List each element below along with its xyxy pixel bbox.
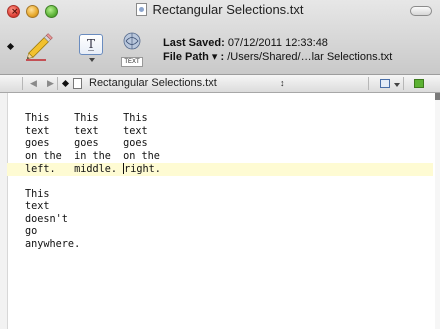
navbar-divider	[368, 77, 369, 90]
text-editor[interactable]: This This This text text text goes goes …	[0, 93, 440, 329]
window-title: Rectangular Selections.txt	[152, 2, 304, 17]
chevron-down-icon[interactable]	[89, 58, 95, 62]
text-line: go	[25, 226, 38, 238]
chevron-down-icon[interactable]	[394, 83, 400, 87]
text-line: text text text	[25, 125, 148, 137]
last-saved-value: 07/12/2011 12:33:48	[227, 37, 328, 49]
pencil-icon[interactable]	[24, 30, 56, 62]
navbar-divider	[403, 77, 404, 90]
text-format-icon: T̲	[86, 37, 95, 51]
unsaved-dot-icon	[61, 79, 70, 88]
text-line: goes goes goes	[25, 138, 148, 150]
text-line: text	[25, 201, 50, 213]
navigation-bar: ◀ ▶ Rectangular Selections.txt ↕	[0, 75, 440, 93]
split-view-icon[interactable]	[414, 79, 424, 88]
file-path-value: /Users/Shared/…lar Selections.txt	[227, 51, 393, 63]
text-line	[25, 176, 433, 189]
toolbar-toggle-button[interactable]	[410, 6, 432, 16]
document-popup[interactable]: Rectangular Selections.txt	[89, 75, 217, 92]
navbar-divider	[57, 77, 58, 90]
text-format-button[interactable]: T̲	[79, 34, 103, 55]
text-content[interactable]: This This This text text text goes goes …	[7, 113, 433, 252]
vertical-scrollbar[interactable]	[435, 93, 440, 329]
text-editor-window: × Rectangular Selections.txt T̲ TEXT Las…	[0, 0, 440, 329]
navbar-divider	[22, 77, 23, 90]
document-icon	[73, 78, 82, 89]
document-info: Last Saved: 07/12/2011 12:33:48 File Pat…	[163, 36, 392, 64]
text-line: This	[25, 188, 50, 200]
back-arrow-icon[interactable]: ◀	[30, 75, 37, 92]
last-saved-label: Last Saved:	[163, 37, 225, 49]
document-proxy-icon[interactable]	[136, 3, 148, 16]
current-line-text-before: left. middle.	[25, 164, 124, 176]
current-line: left. middle. right.	[7, 163, 433, 176]
text-line: doesn't	[25, 213, 68, 225]
text-encoding-label: TEXT	[121, 57, 143, 67]
current-line-text-after: right.	[124, 164, 161, 176]
bookmark-icon[interactable]	[380, 79, 390, 88]
text-line: This This This	[25, 113, 148, 124]
gutter	[0, 93, 8, 329]
file-path-menu[interactable]: File Path ▾ :	[163, 51, 224, 63]
scrollbar-cap	[435, 93, 440, 100]
title-bar: Rectangular Selections.txt	[0, 2, 440, 20]
updown-arrows-icon[interactable]: ↕	[280, 75, 285, 92]
text-encoding-icon[interactable]	[120, 30, 144, 60]
forward-arrow-icon[interactable]: ▶	[47, 75, 54, 92]
toolbar-area: × Rectangular Selections.txt T̲ TEXT Las…	[0, 0, 440, 75]
text-line: on the in the on the	[25, 150, 160, 162]
text-line: anywhere.	[25, 238, 81, 250]
unsaved-changes-indicator	[6, 42, 15, 51]
